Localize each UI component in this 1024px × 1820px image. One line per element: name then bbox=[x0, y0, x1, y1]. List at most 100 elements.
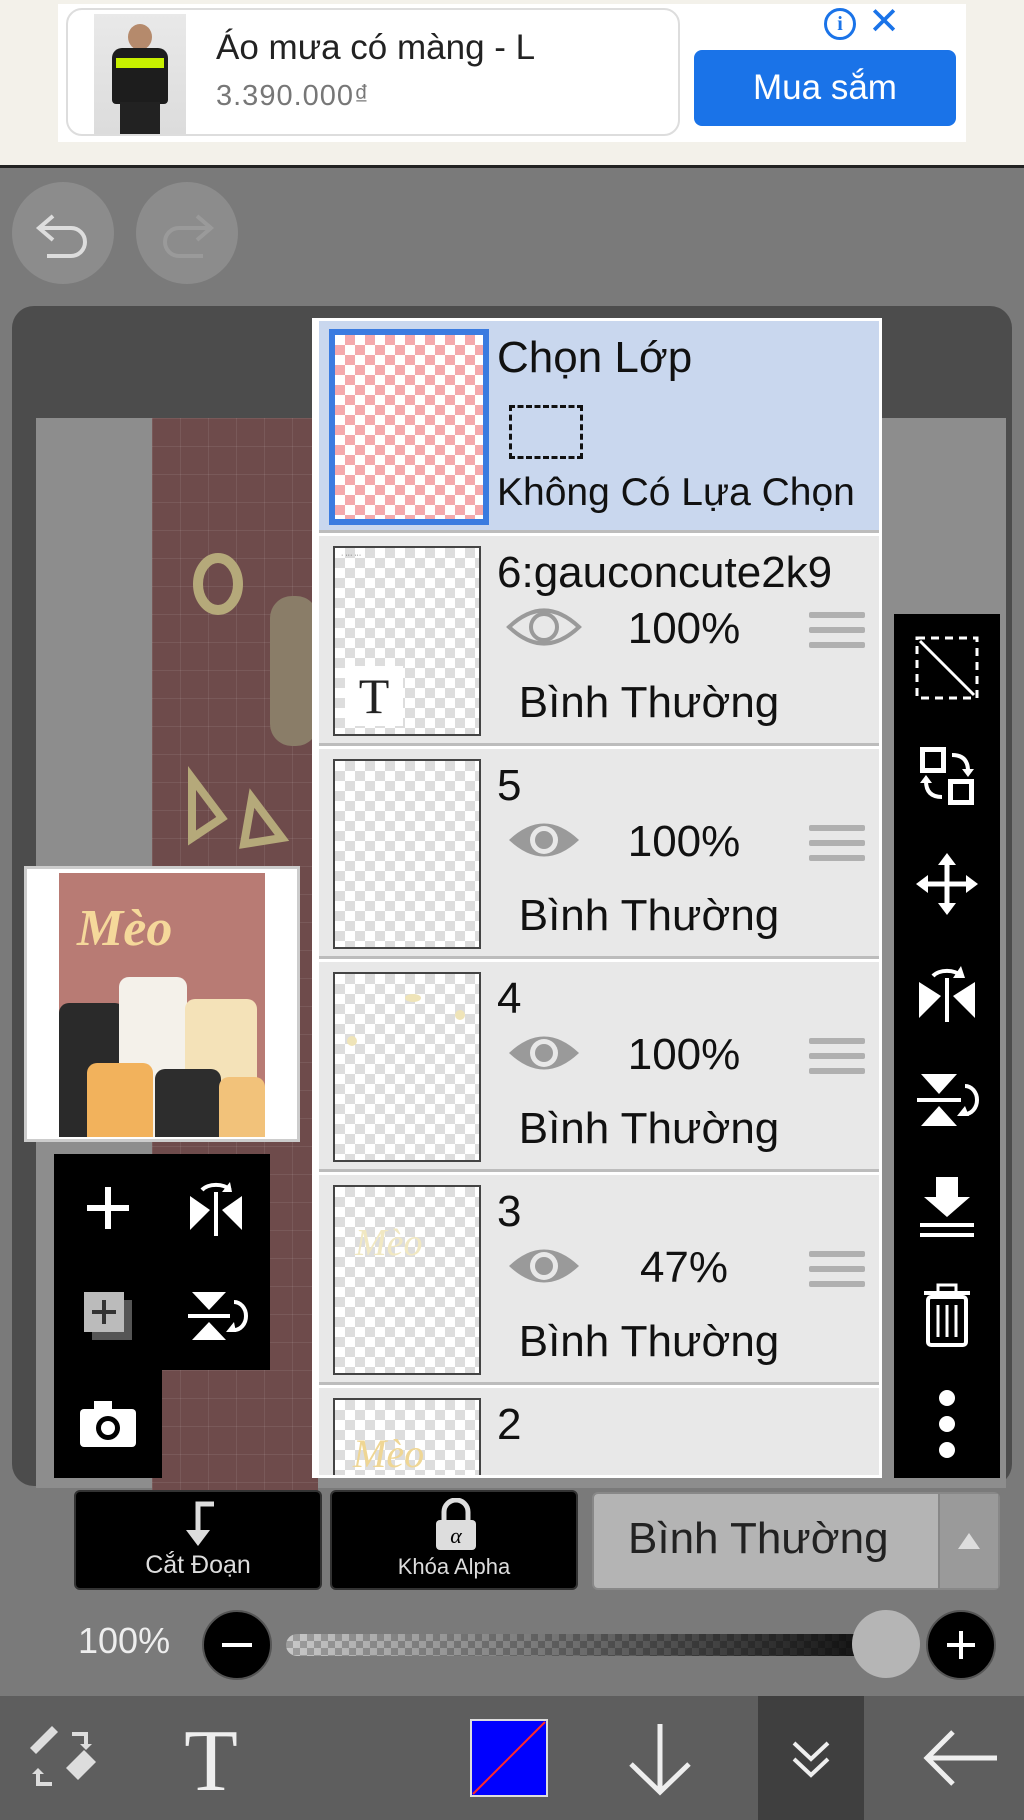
blend-mode-select[interactable]: Bình Thường bbox=[592, 1492, 1000, 1590]
brush-eraser-tool-button[interactable] bbox=[0, 1696, 124, 1820]
ad-product-card[interactable]: Áo mưa có màng - L 3.390.000₫ bbox=[66, 8, 680, 136]
trash-icon bbox=[924, 1283, 970, 1347]
layer-name: 2 bbox=[497, 1400, 522, 1449]
selection-status: Không Có Lựa Chọn bbox=[497, 471, 855, 514]
more-vertical-icon bbox=[939, 1390, 955, 1458]
more-options-button[interactable] bbox=[894, 1370, 1000, 1478]
move-arrows-icon bbox=[916, 853, 978, 915]
opacity-increase-button[interactable] bbox=[926, 1610, 996, 1680]
ad-banner: Áo mưa có màng - L 3.390.000₫ Mua sắm i … bbox=[0, 0, 1024, 168]
opacity-slider-track[interactable] bbox=[286, 1634, 896, 1656]
drag-handle-icon[interactable] bbox=[809, 612, 865, 650]
flip-vertical-icon bbox=[188, 1292, 248, 1340]
redo-icon bbox=[163, 214, 215, 258]
redo-button[interactable] bbox=[136, 182, 238, 284]
layer-blend-mode: Bình Thường bbox=[518, 1104, 780, 1153]
flip-horizontal-icon bbox=[190, 1182, 242, 1236]
opacity-slider-knob[interactable] bbox=[852, 1610, 920, 1678]
delete-layer-button[interactable] bbox=[894, 1262, 1000, 1370]
back-button[interactable] bbox=[908, 1696, 1014, 1820]
drag-handle-icon[interactable] bbox=[809, 1251, 865, 1289]
undo-button[interactable] bbox=[12, 182, 114, 284]
selection-layer-row[interactable]: Chọn Lớp Không Có Lựa Chọn bbox=[319, 321, 879, 533]
layer-actions-toolbar bbox=[894, 614, 1000, 1478]
clipping-button[interactable]: Cắt Đoạn bbox=[74, 1490, 322, 1590]
layer-thumbnail bbox=[333, 759, 481, 949]
ad-title: Áo mưa có màng - L bbox=[216, 28, 536, 67]
text-tool-icon: T bbox=[184, 1718, 238, 1798]
layer-name: 6:gauconcute2k9 bbox=[497, 548, 833, 597]
undo-icon bbox=[35, 214, 87, 258]
selection-clear-icon bbox=[915, 636, 979, 700]
layer-row[interactable]: · ··· ··· T 6:gauconcute2k9 100% Bình Th… bbox=[319, 536, 879, 746]
selection-layer-title: Chọn Lớp bbox=[497, 333, 693, 382]
layer-row[interactable]: 4 100% Bình Thường bbox=[319, 962, 879, 1172]
layer-blend-mode: Bình Thường bbox=[518, 678, 780, 727]
duplicate-layer-icon bbox=[84, 1292, 132, 1340]
flip-horizontal-button[interactable] bbox=[162, 1154, 270, 1262]
eye-outline-icon[interactable] bbox=[505, 600, 583, 654]
select-layer-button[interactable] bbox=[894, 614, 1000, 722]
layer-blend-mode: Bình Thường bbox=[518, 891, 780, 940]
arrow-down-icon bbox=[629, 1724, 691, 1796]
color-swatch-icon bbox=[470, 1719, 548, 1797]
layer-opacity: 100% bbox=[627, 1030, 741, 1079]
ad-buy-button[interactable]: Mua sắm bbox=[694, 50, 956, 126]
layers-panel[interactable]: Chọn Lớp Không Có Lựa Chọn · ··· ··· T 6… bbox=[312, 318, 882, 1478]
svg-text:T: T bbox=[184, 1718, 238, 1798]
text-tool-button[interactable]: T bbox=[160, 1696, 262, 1820]
layer-thumbnail bbox=[333, 972, 481, 1162]
swap-layer-icon bbox=[920, 747, 974, 805]
flip-vertical-button[interactable] bbox=[162, 1262, 270, 1370]
layer-row[interactable]: Mèo 3 47% Bình Thường bbox=[319, 1175, 879, 1385]
layer-row[interactable]: Mèo 2 bbox=[319, 1388, 879, 1475]
bottom-toolbar: T bbox=[0, 1696, 1024, 1820]
layer-name: 4 bbox=[497, 974, 522, 1023]
download-button[interactable] bbox=[612, 1696, 708, 1820]
brush-eraser-icon bbox=[30, 1726, 96, 1786]
layer-name: 3 bbox=[497, 1187, 522, 1236]
color-swatch-button[interactable] bbox=[466, 1696, 552, 1820]
plus-icon bbox=[87, 1187, 129, 1229]
arrow-left-icon bbox=[923, 1730, 997, 1786]
move-layer-button[interactable] bbox=[894, 830, 1000, 938]
layers-panel-toggle[interactable] bbox=[758, 1696, 864, 1820]
alpha-lock-label: Khóa Alpha bbox=[397, 1554, 511, 1579]
alpha-lock-button[interactable]: α Khóa Alpha bbox=[330, 1490, 578, 1590]
canvas-preview[interactable]: Mèo bbox=[24, 866, 300, 1142]
add-layer-button[interactable] bbox=[54, 1154, 162, 1262]
duplicate-layer-button[interactable] bbox=[54, 1262, 162, 1370]
layer-name: 5 bbox=[497, 761, 522, 810]
camera-icon bbox=[80, 1401, 136, 1447]
drag-handle-icon[interactable] bbox=[809, 1038, 865, 1076]
camera-button[interactable] bbox=[54, 1370, 162, 1478]
opacity-decrease-button[interactable] bbox=[202, 1610, 272, 1680]
layer-blend-mode: Bình Thường bbox=[518, 1317, 780, 1366]
ad-info-icon[interactable]: i bbox=[824, 8, 856, 40]
flip-layer-horizontal-button[interactable] bbox=[894, 938, 1000, 1046]
chevron-double-down-icon bbox=[792, 1741, 830, 1778]
eye-icon[interactable] bbox=[505, 1239, 583, 1293]
drag-handle-icon[interactable] bbox=[809, 825, 865, 863]
selection-layer-thumbnail bbox=[329, 329, 489, 525]
preview-artwork: Mèo bbox=[59, 873, 265, 1137]
clipping-arrow-icon bbox=[186, 1501, 214, 1546]
swap-layer-button[interactable] bbox=[894, 722, 1000, 830]
ad-close-icon[interactable]: ✕ bbox=[866, 3, 902, 41]
eye-icon[interactable] bbox=[505, 813, 583, 867]
canvas-doodle bbox=[188, 553, 318, 849]
merge-down-icon bbox=[920, 1177, 974, 1237]
flip-layer-vertical-button[interactable] bbox=[894, 1046, 1000, 1154]
layer-row[interactable]: 5 100% Bình Thường bbox=[319, 749, 879, 959]
eye-icon[interactable] bbox=[505, 1026, 583, 1080]
layer-tools-palette bbox=[54, 1154, 270, 1370]
blend-mode-arrow[interactable] bbox=[938, 1494, 998, 1588]
opacity-label: 100% bbox=[78, 1620, 171, 1661]
merge-down-button[interactable] bbox=[894, 1154, 1000, 1262]
layer-opacity: 100% bbox=[627, 604, 741, 653]
ad-price: 3.390.000₫ bbox=[216, 80, 370, 112]
blend-mode-value: Bình Thường bbox=[628, 1514, 889, 1563]
selection-marquee-icon bbox=[509, 405, 583, 459]
preview-title: Mèo bbox=[77, 900, 173, 957]
flip-vertical-icon bbox=[917, 1074, 979, 1126]
